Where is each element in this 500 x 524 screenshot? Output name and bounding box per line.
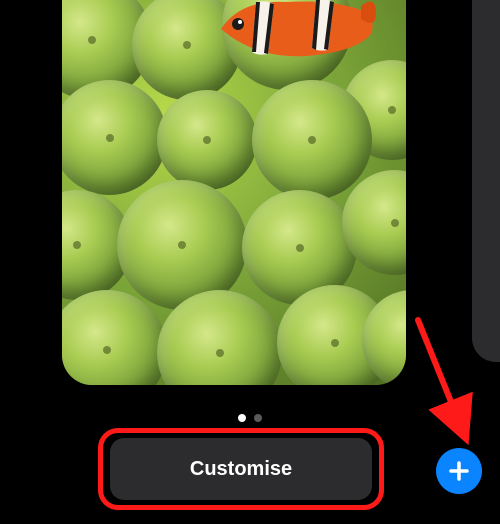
- plus-icon: [447, 459, 471, 483]
- customise-button[interactable]: Customise: [110, 438, 372, 500]
- clownfish-image: [216, 0, 376, 64]
- page-dot-active: [238, 414, 246, 422]
- add-wallpaper-button[interactable]: [436, 448, 482, 494]
- page-indicator: [0, 414, 500, 422]
- adjacent-wallpaper-peek[interactable]: [472, 0, 500, 362]
- page-dot-inactive: [254, 414, 262, 422]
- customise-button-label: Customise: [190, 458, 292, 481]
- wallpaper-preview-card[interactable]: [62, 0, 406, 385]
- bottom-action-row: Customise: [0, 428, 500, 510]
